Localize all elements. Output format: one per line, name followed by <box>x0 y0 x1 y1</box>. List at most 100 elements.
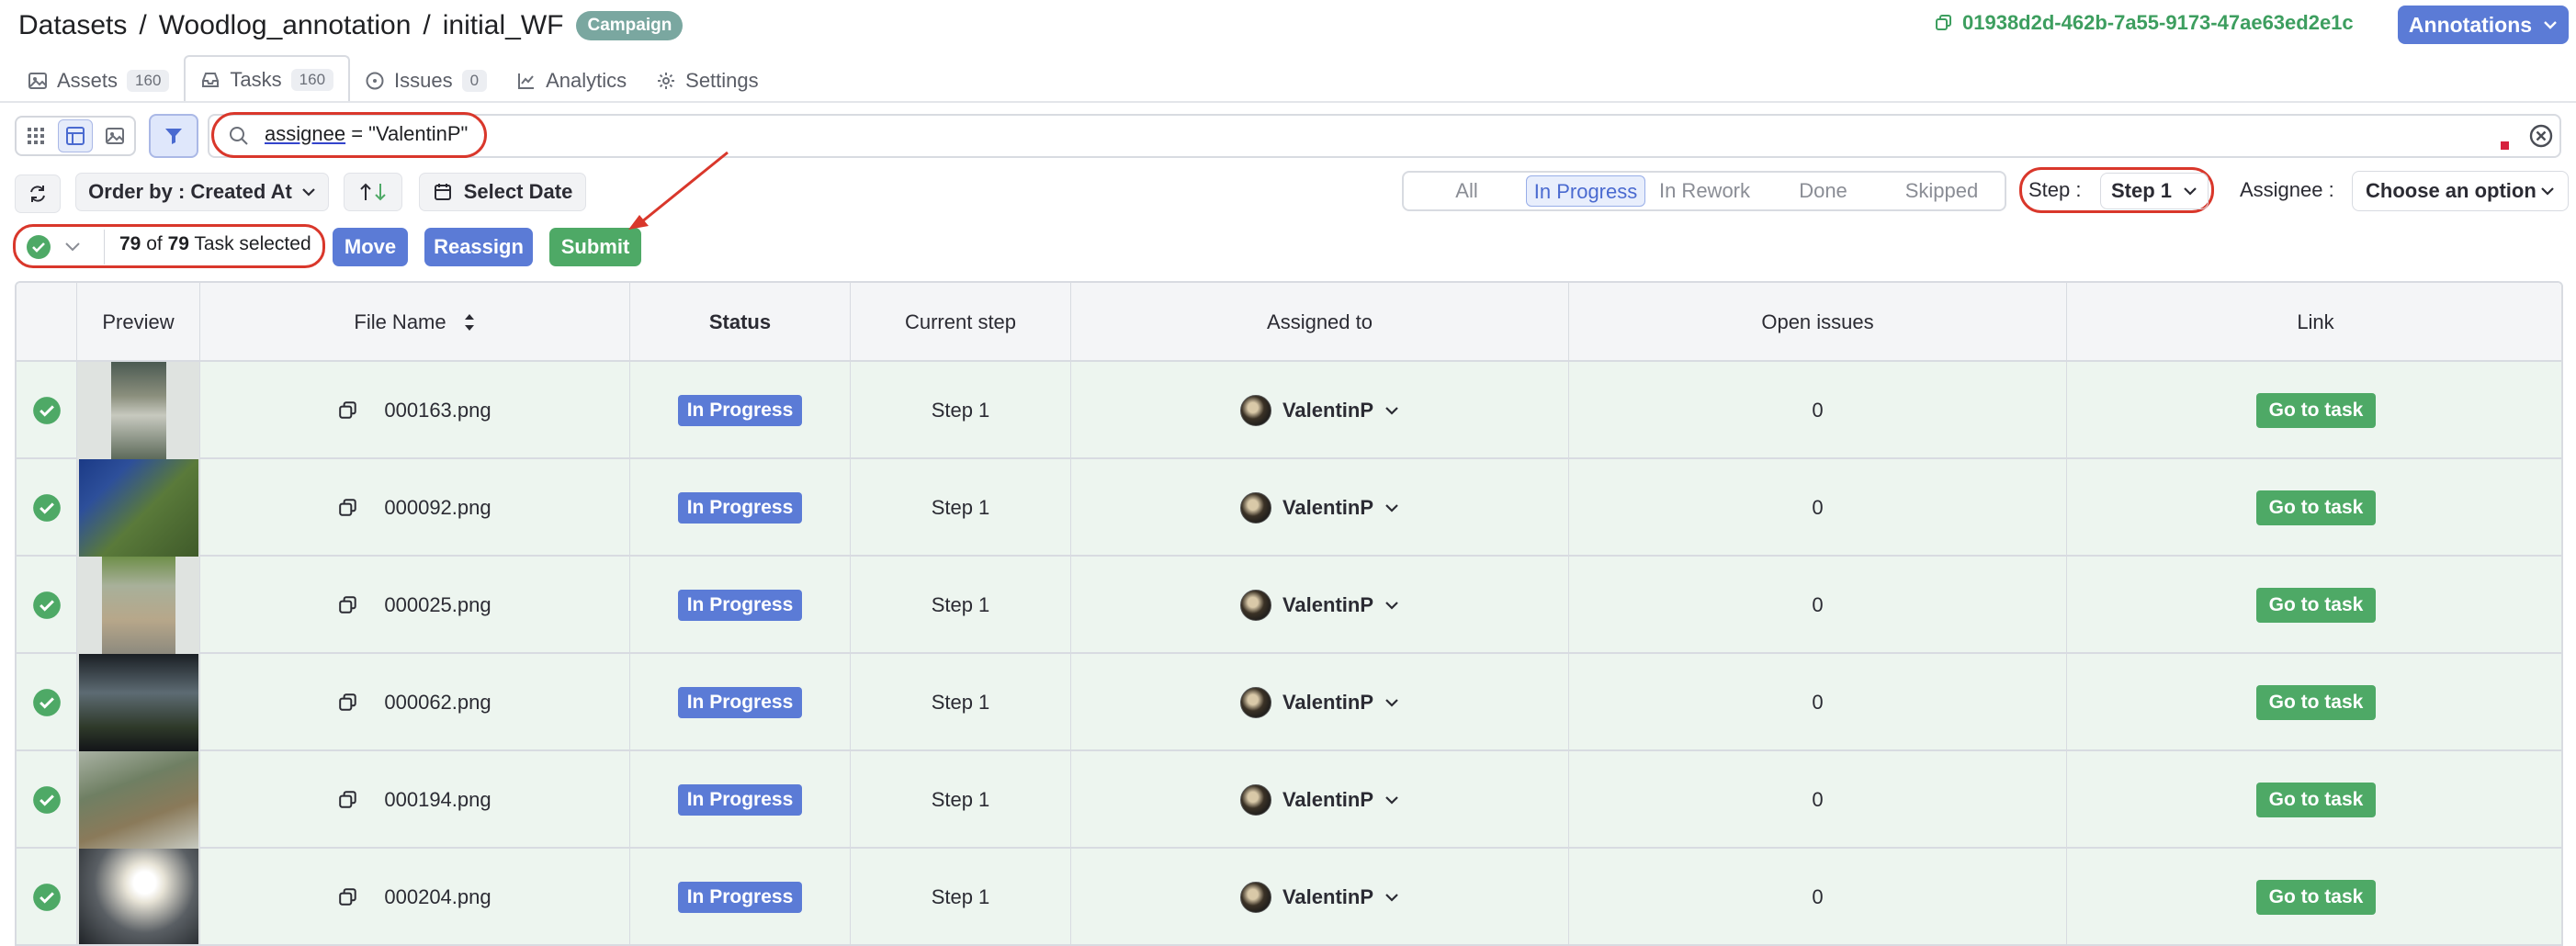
tab-assets[interactable]: Assets 160 <box>13 59 184 103</box>
go-to-task-button[interactable]: Go to task <box>2255 880 2377 915</box>
preview-thumbnail[interactable] <box>78 849 198 944</box>
go-to-task-button[interactable]: Go to task <box>2255 393 2377 428</box>
grid-view-button[interactable] <box>18 119 53 152</box>
preview-thumbnail[interactable] <box>101 557 175 654</box>
annotations-button[interactable]: Annotations <box>2398 6 2569 44</box>
image-icon <box>105 128 124 144</box>
assignee-name: ValentinP <box>1282 496 1374 519</box>
table-row[interactable]: 000062.png In Progress Step 1 ValentinP … <box>17 654 2561 751</box>
go-to-task-button[interactable]: Go to task <box>2255 783 2377 817</box>
check-circle-icon[interactable] <box>32 396 62 425</box>
copy-icon[interactable] <box>338 887 358 907</box>
reassign-button[interactable]: Reassign <box>424 228 533 266</box>
go-to-task-button[interactable]: Go to task <box>2255 588 2377 623</box>
breadcrumb-datasets[interactable]: Datasets <box>18 10 127 41</box>
file-name-cell: 000204.png <box>200 849 630 944</box>
chevron-down-icon[interactable] <box>1384 795 1399 805</box>
check-circle-icon[interactable] <box>32 688 62 717</box>
check-circle-icon[interactable] <box>32 493 62 523</box>
clear-search-icon[interactable] <box>2528 123 2554 149</box>
check-circle-icon[interactable] <box>32 883 62 912</box>
copy-icon[interactable] <box>338 400 358 421</box>
assigned-to-cell[interactable]: ValentinP <box>1071 849 1569 944</box>
image-view-button[interactable] <box>97 119 132 152</box>
tab-tasks[interactable]: Tasks 160 <box>184 55 351 103</box>
tab-label: Issues <box>394 69 453 92</box>
move-button[interactable]: Move <box>333 228 408 266</box>
chevron-down-icon[interactable] <box>1384 406 1399 415</box>
preview-thumbnail[interactable] <box>78 654 198 751</box>
assigned-to-cell[interactable]: ValentinP <box>1071 751 1569 849</box>
copy-icon[interactable] <box>338 790 358 810</box>
copy-icon[interactable] <box>1935 14 1953 32</box>
header-file-name[interactable]: File Name <box>200 283 630 362</box>
table-row[interactable]: 000194.png In Progress Step 1 ValentinP … <box>17 751 2561 849</box>
tab-issues[interactable]: Issues 0 <box>350 59 502 103</box>
table-view-button[interactable] <box>57 119 93 152</box>
check-circle-icon[interactable] <box>26 234 51 260</box>
tab-divider <box>0 101 2576 103</box>
filter-button[interactable] <box>149 114 198 158</box>
row-select-cell[interactable] <box>17 557 77 654</box>
preview-cell <box>77 849 200 944</box>
preview-thumbnail[interactable] <box>78 459 198 557</box>
row-select-cell[interactable] <box>17 654 77 751</box>
step-select-value: Step 1 <box>2110 179 2173 202</box>
search-key: assignee <box>265 122 346 145</box>
go-to-task-button[interactable]: Go to task <box>2255 490 2377 525</box>
status-filter-in-rework[interactable]: In Rework <box>1645 175 1764 207</box>
tab-analytics[interactable]: Analytics <box>502 59 641 103</box>
select-all-dropdown[interactable] <box>18 230 105 265</box>
order-by-button[interactable]: Order by : Created At <box>75 173 329 211</box>
link-cell: Go to task <box>2067 849 2561 944</box>
assigned-to-cell[interactable]: ValentinP <box>1071 557 1569 654</box>
chevron-down-icon[interactable] <box>1384 503 1399 512</box>
breadcrumb-dataset[interactable]: Woodlog_annotation <box>159 10 412 41</box>
assignee-select[interactable]: Choose an option <box>2352 171 2569 211</box>
copy-icon[interactable] <box>338 595 358 615</box>
file-name: 000163.png <box>384 399 491 422</box>
check-circle-icon[interactable] <box>32 785 62 815</box>
file-name: 000062.png <box>384 691 491 714</box>
step-select[interactable]: Step 1 <box>2100 173 2209 209</box>
tab-settings[interactable]: Settings <box>641 59 774 103</box>
preview-thumbnail[interactable] <box>78 751 198 849</box>
copy-icon[interactable] <box>338 693 358 713</box>
assignee-name: ValentinP <box>1282 691 1374 714</box>
go-to-task-button[interactable]: Go to task <box>2255 685 2377 720</box>
avatar <box>1239 590 1271 621</box>
open-issues-count: 0 <box>1812 885 1824 908</box>
check-circle-icon[interactable] <box>32 591 62 620</box>
preview-thumbnail[interactable] <box>110 362 166 459</box>
chevron-down-icon[interactable] <box>1384 893 1399 902</box>
chevron-down-icon[interactable] <box>64 242 81 253</box>
search-input[interactable] <box>208 114 2561 158</box>
dataset-id[interactable]: 01938d2d-462b-7a55-9173-47ae63ed2e1c <box>1935 11 2354 35</box>
assigned-to-cell[interactable]: ValentinP <box>1071 459 1569 557</box>
status-filter-all[interactable]: All <box>1407 175 1526 207</box>
row-select-cell[interactable] <box>17 459 77 557</box>
assigned-to-cell[interactable]: ValentinP <box>1071 362 1569 459</box>
assigned-to-cell[interactable]: ValentinP <box>1071 654 1569 751</box>
scrollbar[interactable] <box>2561 283 2563 503</box>
table-row[interactable]: 000204.png In Progress Step 1 ValentinP … <box>17 849 2561 944</box>
status-filter-done[interactable]: Done <box>1764 175 1882 207</box>
table-row[interactable]: 000163.png In Progress Step 1 ValentinP … <box>17 362 2561 459</box>
tab-label: Settings <box>685 69 759 92</box>
chevron-down-icon[interactable] <box>1384 601 1399 610</box>
table-row[interactable]: 000025.png In Progress Step 1 ValentinP … <box>17 557 2561 654</box>
row-select-cell[interactable] <box>17 849 77 944</box>
chevron-down-icon[interactable] <box>1384 698 1399 707</box>
search-query[interactable]: assignee = "ValentinP" <box>265 122 468 146</box>
row-select-cell[interactable] <box>17 751 77 849</box>
copy-icon[interactable] <box>338 498 358 518</box>
sort-direction-button[interactable] <box>344 173 402 211</box>
row-select-cell[interactable] <box>17 362 77 459</box>
select-date-button[interactable]: Select Date <box>419 173 586 211</box>
sort-icon[interactable] <box>463 312 476 332</box>
status-filter-skipped[interactable]: Skipped <box>1882 175 2001 207</box>
submit-button[interactable]: Submit <box>549 228 641 266</box>
table-row[interactable]: 000092.png In Progress Step 1 ValentinP … <box>17 459 2561 557</box>
refresh-button[interactable] <box>15 175 61 213</box>
status-filter-in-progress[interactable]: In Progress <box>1526 175 1645 207</box>
